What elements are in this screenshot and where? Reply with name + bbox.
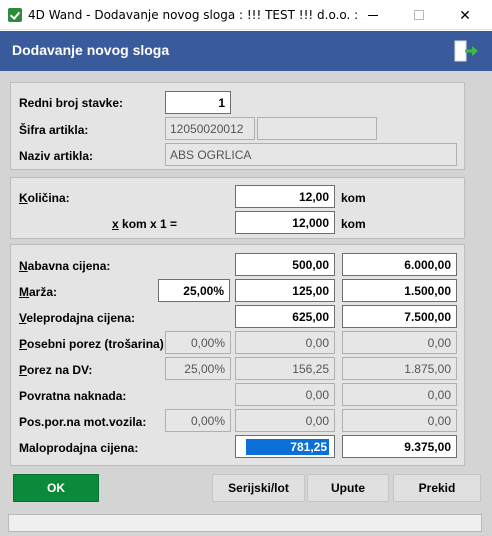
maloprodajna-unit-selection: 781,25 [246,439,329,455]
x-kom-unit: kom [341,217,366,231]
porez-dv-total-field: 1.875,00 [342,357,457,380]
x-kom-input[interactable]: 12,000 [235,211,335,234]
status-bar [8,514,482,532]
redni-broj-input[interactable]: 1 [165,91,231,114]
kolicina-unit: kom [341,191,366,205]
nabavna-label: Nabavna cijena: [19,259,111,273]
maloprodajna-label: Maloprodajna cijena: [19,441,139,455]
sifra-label: Šifra artikla: [19,123,89,137]
window-titlebar: 4D Wand - Dodavanje novog sloga : !!! TE… [0,0,492,30]
maloprodajna-total-input[interactable]: 9.375,00 [342,435,457,458]
dialog-header: Dodavanje novog sloga [0,31,492,71]
marza-pct-input[interactable]: 25,00% [158,279,230,302]
porez-dv-pct-field: 25,00% [165,357,231,380]
upute-button[interactable]: Upute [307,474,389,502]
povratna-naknada-label: Povratna naknada: [19,389,127,403]
veleprodajna-unit-input[interactable]: 625,00 [235,305,335,328]
redni-broj-label: Redni broj stavke: [19,96,124,110]
maximize-icon [414,10,424,20]
marza-unit-input[interactable]: 125,00 [235,279,335,302]
maloprodajna-unit-input[interactable]: 781,25 [235,435,335,458]
mot-vozila-label: Pos.por.na mot.vozila: [19,415,147,429]
maximize-button[interactable] [396,0,442,30]
sifra-field: 12050020012 [165,117,255,140]
app-check-icon [8,8,22,22]
posebni-porez-unit-field: 0,00 [235,331,335,354]
mot-vozila-total-field: 0,00 [342,409,457,432]
marza-label: Marža: [19,285,58,299]
prekid-button[interactable]: Prekid [393,474,481,502]
veleprodajna-label: Veleprodajna cijena: [19,311,136,325]
kolicina-input[interactable]: 12,00 [235,185,335,208]
mot-vozila-unit-field: 0,00 [235,409,335,432]
close-button[interactable]: ✕ [442,0,488,30]
window-title: 4D Wand - Dodavanje novog sloga : !!! TE… [28,8,363,22]
x-kom-label: x kom x 1 = [112,217,178,231]
dialog-title: Dodavanje novog sloga [12,42,170,58]
kolicina-label: Količina: [19,191,70,205]
posebni-porez-pct-field: 0,00% [165,331,231,354]
naziv-field: ABS OGRLICA [165,143,457,166]
porez-dv-unit-field: 156,25 [235,357,335,380]
prices-panel [10,244,465,466]
naziv-label: Naziv artikla: [19,149,94,163]
exit-icon[interactable] [454,39,480,63]
close-icon: ✕ [459,6,471,23]
nabavna-unit-input[interactable]: 500,00 [235,253,335,276]
minimize-icon [368,14,378,16]
nabavna-total-input[interactable]: 6.000,00 [342,253,457,276]
posebni-porez-total-field: 0,00 [342,331,457,354]
veleprodajna-total-input[interactable]: 7.500,00 [342,305,457,328]
marza-total-input[interactable]: 1.500,00 [342,279,457,302]
sifra-extra-field [257,117,377,140]
minimize-button[interactable] [350,0,396,30]
mot-vozila-pct-field: 0,00% [165,409,231,432]
ok-button[interactable]: OK [13,474,99,502]
porez-dv-label: Porez na DV: [19,363,93,377]
posebni-porez-label: Posebni porez (trošarina): [19,337,168,351]
povratna-naknada-unit-field: 0,00 [235,383,335,406]
povratna-naknada-total-field: 0,00 [342,383,457,406]
serijski-lot-button[interactable]: Serijski/lot [212,474,305,502]
